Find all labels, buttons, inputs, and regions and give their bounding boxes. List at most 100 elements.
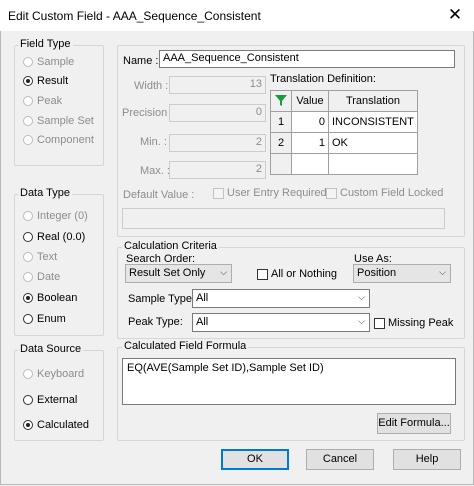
translation-table-corner[interactable] (270, 90, 292, 112)
table-row[interactable]: 1 0 INCONSISTENT (270, 111, 418, 133)
ok-button[interactable]: OK (221, 449, 289, 470)
radio-field-type-result[interactable]: Result (23, 75, 68, 87)
radio-dot (23, 57, 33, 67)
help-button[interactable]: Help (393, 449, 461, 470)
user-entry-required-checkbox[interactable]: User Entry Required (213, 187, 327, 199)
sample-type-dropdown[interactable]: All ⌵ (192, 289, 370, 308)
name-input[interactable]: AAA_Sequence_Consistent (159, 50, 455, 68)
radio-label: Real (0.0) (37, 231, 86, 243)
precision-input[interactable]: 0 (169, 104, 266, 122)
checkbox-box (257, 268, 268, 280)
radio-label: Sample Set (37, 115, 94, 127)
table-row[interactable]: 2 1 OK (270, 132, 418, 154)
checkbox-label: Missing Peak (388, 317, 454, 329)
radio-data-type-text[interactable]: Text (23, 251, 57, 263)
min-input[interactable]: 2 (169, 134, 266, 152)
radio-data-type-date[interactable]: Date (23, 271, 60, 283)
radio-dot (23, 420, 33, 430)
max-input[interactable]: 2 (169, 161, 266, 179)
chevron-down-icon: ⌵ (220, 267, 227, 277)
radio-dot (23, 135, 33, 145)
checkbox-box (374, 317, 385, 329)
row-index: 2 (270, 132, 292, 154)
radio-field-type-sample-set[interactable]: Sample Set (23, 115, 94, 127)
chevron-down-icon: ⌵ (439, 267, 446, 277)
all-or-nothing-checkbox[interactable]: All or Nothing (257, 268, 337, 280)
cell-translation[interactable] (328, 153, 418, 175)
translation-table[interactable]: Value Translation 1 0 INCONSISTENT 2 1 O… (270, 90, 418, 175)
filter-icon (275, 94, 287, 106)
radio-dot (23, 76, 33, 86)
column-header-translation: Translation (328, 90, 418, 112)
radio-data-type-enum[interactable]: Enum (23, 313, 66, 325)
radio-dot (23, 369, 33, 379)
radio-dot (23, 314, 33, 324)
radio-label: Boolean (37, 292, 78, 304)
width-label: Width : (134, 80, 169, 92)
radio-label: Text (37, 251, 58, 263)
checkbox-box (326, 187, 337, 199)
cell-value[interactable] (291, 153, 329, 175)
edit-formula-button[interactable]: Edit Formula... (377, 413, 451, 434)
close-icon[interactable]: ✕ (440, 3, 470, 27)
radio-data-type-boolean[interactable]: Boolean (23, 292, 77, 304)
cell-value[interactable]: 0 (291, 111, 329, 133)
cell-value[interactable]: 1 (291, 132, 329, 154)
custom-field-locked-checkbox[interactable]: Custom Field Locked (326, 187, 443, 199)
radio-data-source-keyboard[interactable]: Keyboard (23, 368, 84, 380)
max-label: Max. : (140, 165, 170, 177)
radio-label: Result (37, 75, 69, 87)
row-index: 1 (270, 111, 292, 133)
data-source-label: Data Source (18, 343, 84, 355)
radio-field-type-component[interactable]: Component (23, 134, 94, 146)
cancel-button[interactable]: Cancel (306, 449, 374, 470)
radio-label: Date (37, 271, 61, 283)
row-index (270, 153, 292, 175)
radio-dot (23, 232, 33, 242)
radio-dot (23, 116, 33, 126)
radio-dot (23, 395, 33, 405)
radio-data-type-real[interactable]: Real (0.0) (23, 231, 85, 243)
field-type-label: Field Type (18, 38, 73, 50)
radio-data-type-integer[interactable]: Integer (0) (23, 210, 88, 222)
radio-dot (23, 272, 33, 282)
cell-translation[interactable]: INCONSISTENT (328, 111, 418, 133)
radio-data-source-calculated[interactable]: Calculated (23, 419, 89, 431)
radio-dot (23, 293, 33, 303)
chevron-down-icon: ⌵ (358, 292, 365, 302)
sample-type-label: Sample Type: (128, 293, 196, 305)
radio-data-source-external[interactable]: External (23, 394, 77, 406)
formula-label: Calculated Field Formula (122, 340, 249, 352)
cell-translation[interactable]: OK (328, 132, 418, 154)
precision-label: Precision : (122, 107, 174, 119)
radio-field-type-peak[interactable]: Peak (23, 95, 62, 107)
calculation-criteria-label: Calculation Criteria (122, 240, 219, 252)
window-title: Edit Custom Field - AAA_Sequence_Consist… (8, 9, 261, 23)
missing-peak-checkbox[interactable]: Missing Peak (374, 317, 453, 329)
chevron-down-icon: ⌵ (358, 316, 365, 326)
radio-label: Peak (37, 95, 63, 107)
min-label: Min. : (140, 136, 167, 148)
radio-label: Component (37, 134, 94, 146)
checkbox-label: Custom Field Locked (340, 187, 444, 199)
radio-label: Enum (37, 313, 66, 325)
name-label: Name : (123, 55, 159, 67)
radio-label: External (37, 394, 78, 406)
sample-type-value: All (196, 292, 209, 304)
table-row-empty[interactable] (270, 153, 418, 175)
column-header-value: Value (291, 90, 329, 112)
use-as-dropdown[interactable]: Position ⌵ (353, 264, 451, 283)
checkbox-label: User Entry Required (227, 187, 327, 199)
default-value-input[interactable] (122, 208, 445, 229)
formula-textarea[interactable]: EQ(AVE(Sample Set ID),Sample Set ID) (122, 358, 456, 405)
translation-definition-label: Translation Definition: (270, 73, 376, 85)
data-type-label: Data Type (18, 187, 72, 199)
search-order-value: Result Set Only (129, 267, 206, 279)
radio-field-type-sample[interactable]: Sample (23, 56, 74, 68)
radio-label: Calculated (37, 419, 89, 431)
peak-type-label: Peak Type: (128, 316, 183, 328)
width-input[interactable]: 13 (169, 76, 266, 94)
peak-type-dropdown[interactable]: All ⌵ (192, 313, 370, 332)
search-order-dropdown[interactable]: Result Set Only ⌵ (125, 264, 232, 283)
radio-label: Integer (0) (37, 210, 88, 222)
